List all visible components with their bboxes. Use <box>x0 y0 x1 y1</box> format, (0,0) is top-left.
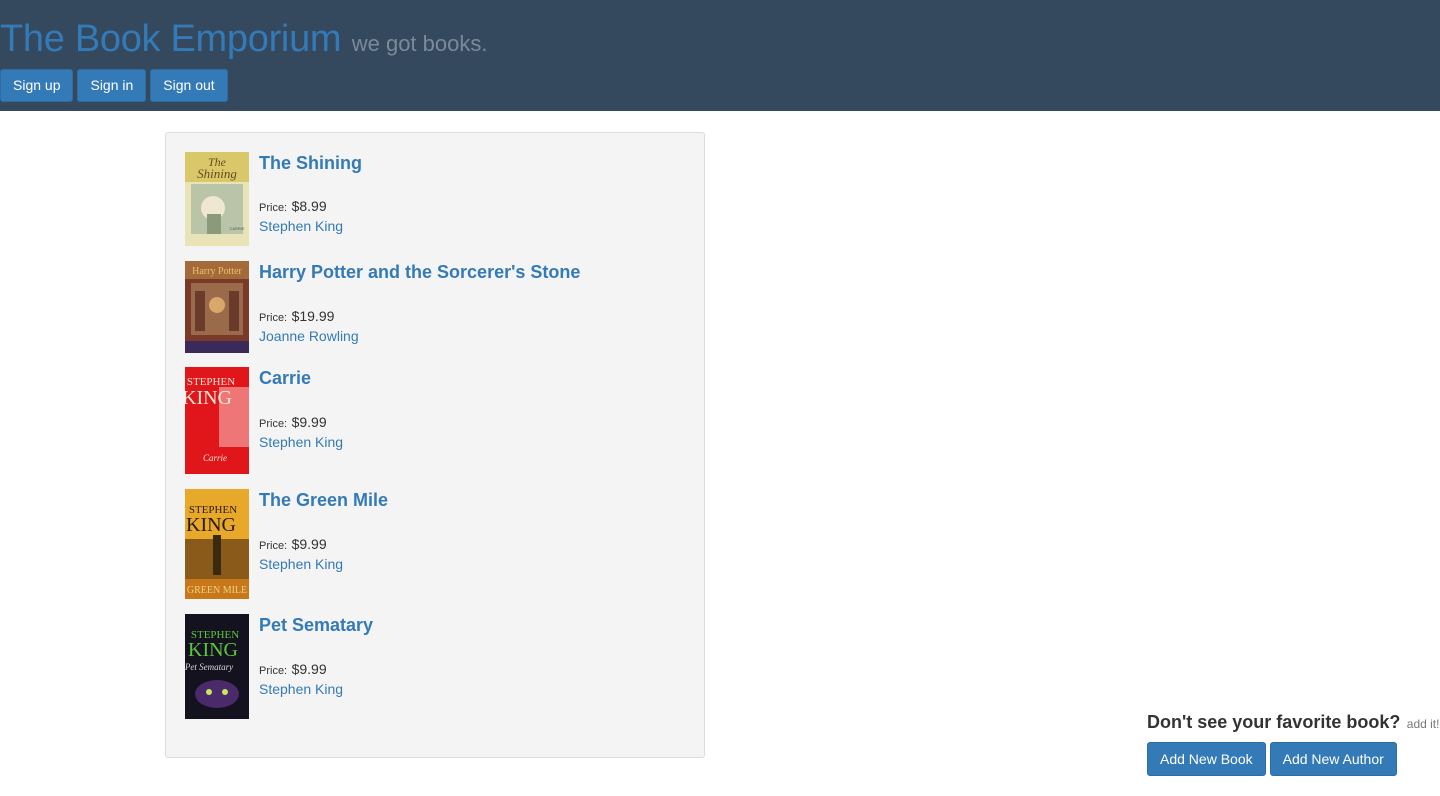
price-label: Price: <box>259 312 288 324</box>
site-header: The Book Emporium we got books. Sign up … <box>0 0 1440 111</box>
price-value: $9.99 <box>291 536 327 552</box>
add-book-section: Don't see your favorite book? add it! Ad… <box>1147 712 1440 776</box>
book-cover-image[interactable]: STEPHEN KING GREEN MILE <box>185 489 249 599</box>
price-line: Price: $19.99 <box>259 308 334 326</box>
add-new-book-button[interactable]: Add New Book <box>1147 742 1266 776</box>
book-title-link[interactable]: Harry Potter and the Sorcerer's Stone <box>259 261 679 283</box>
svg-text:Harry Potter: Harry Potter <box>192 266 242 277</box>
price-line: Price: $9.99 <box>259 414 327 432</box>
site-title[interactable]: The Book Emporium <box>0 18 342 60</box>
book-info: Pet Sematary Price: $9.99 Stephen King <box>259 614 679 697</box>
book-item: The Shining CARRIE The Shining Price: $8… <box>185 152 685 247</box>
add-buttons: Add New Book Add New Author <box>1147 742 1397 776</box>
brand: The Book Emporium we got books. <box>0 18 487 61</box>
add-new-author-button[interactable]: Add New Author <box>1269 742 1397 776</box>
book-cover-image[interactable]: STEPHEN KING Pet Sematary <box>185 614 249 719</box>
svg-text:KING: KING <box>188 639 238 661</box>
price-label: Price: <box>259 665 288 677</box>
price-line: Price: $8.99 <box>259 198 327 216</box>
price-line: Price: $9.99 <box>259 661 327 679</box>
svg-text:Carrie: Carrie <box>203 453 227 463</box>
price-label: Price: <box>259 418 288 430</box>
book-list-panel: The Shining CARRIE The Shining Price: $8… <box>165 132 705 758</box>
price-value: $9.99 <box>291 661 327 677</box>
price-label: Price: <box>259 540 288 552</box>
sign-in-button[interactable]: Sign in <box>77 69 147 102</box>
book-title-link[interactable]: Carrie <box>259 367 679 389</box>
price-label: Price: <box>259 202 288 214</box>
book-cover-image[interactable]: STEPHEN KING Carrie <box>185 367 249 474</box>
price-value: $8.99 <box>291 198 327 214</box>
add-question: Don't see your favorite book? <box>1147 712 1401 732</box>
svg-text:KING: KING <box>186 514 236 536</box>
sign-up-button[interactable]: Sign up <box>0 69 74 102</box>
svg-text:Pet Sematary: Pet Sematary <box>185 662 233 672</box>
author-link[interactable]: Stephen King <box>259 434 343 450</box>
price-value: $19.99 <box>291 308 335 324</box>
svg-text:GREEN MILE: GREEN MILE <box>187 585 247 596</box>
site-tagline: we got books. <box>351 31 488 56</box>
svg-text:KING: KING <box>185 387 232 409</box>
book-item: Harry Potter Harry Potter and the Sorcer… <box>185 261 685 353</box>
book-title-link[interactable]: The Shining <box>259 152 679 174</box>
book-title-link[interactable]: Pet Sematary <box>259 614 679 636</box>
book-item: STEPHEN KING Carrie Carrie Price: $9.99 … <box>185 367 685 475</box>
svg-text:CARRIE: CARRIE <box>229 226 244 231</box>
book-cover-image[interactable]: The Shining CARRIE <box>185 152 249 246</box>
author-link[interactable]: Stephen King <box>259 681 343 697</box>
book-item: STEPHEN KING Pet Sematary Pet Sematary P… <box>185 614 685 719</box>
auth-buttons: Sign up Sign in Sign out <box>0 69 228 102</box>
add-prompt: Don't see your favorite book? add it! <box>1147 712 1440 733</box>
book-info: Harry Potter and the Sorcerer's Stone Pr… <box>259 261 679 344</box>
book-title-link[interactable]: The Green Mile <box>259 489 679 511</box>
add-hint: add it! <box>1406 717 1440 731</box>
svg-text:Shining: Shining <box>197 166 237 181</box>
price-value: $9.99 <box>291 414 327 430</box>
book-info: The Green Mile Price: $9.99 Stephen King <box>259 489 679 572</box>
price-line: Price: $9.99 <box>259 536 327 554</box>
book-info: The Shining Price: $8.99 Stephen King <box>259 152 679 234</box>
book-cover-image[interactable]: Harry Potter <box>185 261 249 353</box>
author-link[interactable]: Stephen King <box>259 556 343 572</box>
book-item: STEPHEN KING GREEN MILE The Green Mile P… <box>185 489 685 599</box>
author-link[interactable]: Stephen King <box>259 218 343 234</box>
sign-out-button[interactable]: Sign out <box>150 69 228 102</box>
author-link[interactable]: Joanne Rowling <box>259 328 359 344</box>
book-info: Carrie Price: $9.99 Stephen King <box>259 367 679 450</box>
